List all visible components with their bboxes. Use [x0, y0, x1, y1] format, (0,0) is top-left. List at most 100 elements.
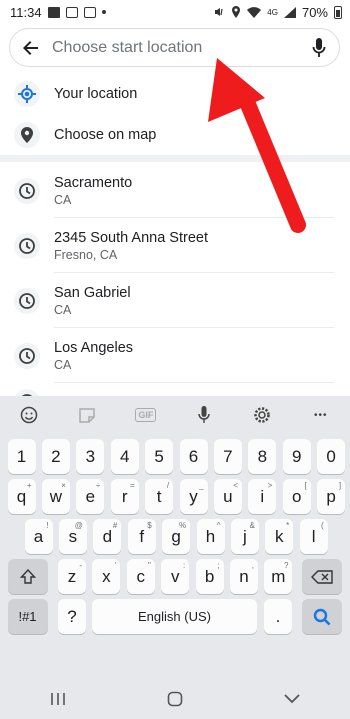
- key-c[interactable]: c ": [126, 559, 155, 594]
- status-left: 11:34: [10, 5, 106, 20]
- recent-icon-wrap: [14, 287, 40, 314]
- key-w[interactable]: w ×: [41, 479, 70, 514]
- recent-apps-button[interactable]: [38, 684, 78, 714]
- key-label: 1: [16, 446, 27, 466]
- emoji-icon: [20, 406, 38, 424]
- key-hint: (: [321, 521, 324, 530]
- key-9[interactable]: 9: [282, 439, 311, 474]
- recent-item[interactable]: San Gabriel CA: [0, 273, 350, 328]
- recent-icon-wrap: [14, 342, 40, 369]
- history-clock-icon: [19, 182, 35, 199]
- key-j[interactable]: j &: [230, 519, 259, 554]
- key-3[interactable]: 3: [76, 439, 105, 474]
- voice-input-button[interactable]: [187, 398, 221, 432]
- key-hint: =: [130, 481, 135, 490]
- key-6[interactable]: 6: [179, 439, 208, 474]
- backspace-key[interactable]: [302, 559, 342, 594]
- on-screen-keyboard: GIF ••• 1 2 3 4 5 6 7 8 9 0 q + w × e ÷ r = t / y _ u < i > o[p] a!…: [0, 396, 350, 679]
- key-x[interactable]: x ': [92, 559, 121, 594]
- key-label: y: [189, 486, 198, 506]
- shift-key[interactable]: [7, 559, 48, 594]
- key-label: 6: [188, 446, 199, 466]
- key-label: 9: [291, 446, 302, 466]
- search-action-key[interactable]: [302, 599, 342, 634]
- home-icon: [167, 691, 183, 707]
- key-i[interactable]: i >: [248, 479, 277, 514]
- mic-icon: [198, 406, 210, 423]
- key-hint: :: [182, 561, 186, 570]
- emoji-button[interactable]: [12, 398, 46, 432]
- key-7[interactable]: 7: [213, 439, 242, 474]
- key-n[interactable]: n,: [230, 559, 258, 594]
- recent-item[interactable]: Sacramento CA: [0, 163, 350, 218]
- key-0[interactable]: 0: [317, 439, 346, 474]
- key-8[interactable]: 8: [248, 439, 277, 474]
- gif-button[interactable]: GIF: [129, 398, 163, 432]
- search-icon: [313, 608, 331, 625]
- key-e[interactable]: e ÷: [76, 479, 105, 514]
- key-hint: ]: [338, 481, 342, 490]
- start-location-input[interactable]: [52, 29, 299, 66]
- space-key[interactable]: English (US): [92, 599, 257, 634]
- key-d[interactable]: d #: [93, 519, 122, 554]
- map-pin-icon: [21, 127, 33, 143]
- keyboard-settings-button[interactable]: [245, 398, 279, 432]
- start-location-search-bar: [9, 28, 340, 67]
- key-hint: -: [79, 561, 82, 570]
- key-s[interactable]: s @: [58, 519, 87, 554]
- question-key[interactable]: ?: [58, 599, 86, 634]
- key-u[interactable]: u <: [213, 479, 242, 514]
- battery-icon: [334, 5, 342, 19]
- key-hint: ': [114, 561, 117, 570]
- key-r[interactable]: r =: [110, 479, 139, 514]
- key-k[interactable]: k *: [265, 519, 294, 554]
- recent-item[interactable]: 2345 South Anna Street Fresno, CA: [0, 218, 350, 273]
- key-v[interactable]: v:: [161, 559, 190, 594]
- home-button[interactable]: [155, 684, 195, 714]
- key-h[interactable]: h ^: [196, 519, 225, 554]
- key-p[interactable]: p]: [317, 479, 346, 514]
- key-y[interactable]: y _: [179, 479, 208, 514]
- key-label: !#1: [18, 609, 37, 624]
- key-f[interactable]: f $: [127, 519, 156, 554]
- recent-icon-wrap: [14, 389, 40, 396]
- voice-search-button[interactable]: [299, 29, 339, 67]
- key-q[interactable]: q +: [7, 479, 36, 514]
- email-notification-icon: [65, 6, 78, 18]
- more-options-button[interactable]: •••: [304, 398, 338, 432]
- section-divider: [0, 155, 350, 162]
- recent-text: San Gabriel CA: [54, 284, 131, 318]
- back-nav-button[interactable]: [272, 684, 312, 714]
- key-label: h: [205, 526, 216, 546]
- more-notifications-icon: [101, 10, 106, 14]
- key-t[interactable]: t /: [145, 479, 174, 514]
- shift-icon: [19, 568, 36, 584]
- key-label: English (US): [138, 609, 211, 624]
- key-4[interactable]: 4: [110, 439, 139, 474]
- key-g[interactable]: g%: [162, 519, 191, 554]
- period-key[interactable]: .: [264, 599, 292, 634]
- your-location-option[interactable]: Your location: [0, 74, 350, 114]
- back-button[interactable]: [10, 29, 52, 67]
- status-bar: 11:34 4G 70%: [0, 0, 350, 24]
- sticker-button[interactable]: [70, 398, 104, 432]
- key-2[interactable]: 2: [41, 439, 70, 474]
- choose-on-map-option[interactable]: Choose on map: [0, 115, 350, 155]
- location-icon: [232, 6, 241, 18]
- key-label: i: [260, 486, 265, 506]
- key-5[interactable]: 5: [145, 439, 174, 474]
- symbols-key[interactable]: !#1: [7, 599, 48, 634]
- arrow-back-icon: [23, 40, 38, 55]
- key-o[interactable]: o[: [282, 479, 311, 514]
- recent-subtitle: Fresno, CA: [54, 247, 118, 262]
- key-b[interactable]: b;: [195, 559, 224, 594]
- key-hint: *: [286, 521, 290, 530]
- key-a[interactable]: a!: [24, 519, 53, 554]
- recent-item[interactable]: Los Angeles CA: [0, 328, 350, 383]
- key-l[interactable]: l(: [299, 519, 328, 554]
- cast-notification-icon: [83, 6, 96, 18]
- key-z[interactable]: z-: [58, 559, 86, 594]
- recent-apps-icon: [51, 693, 66, 705]
- key-1[interactable]: 1: [7, 439, 36, 474]
- key-m[interactable]: m?: [264, 559, 293, 594]
